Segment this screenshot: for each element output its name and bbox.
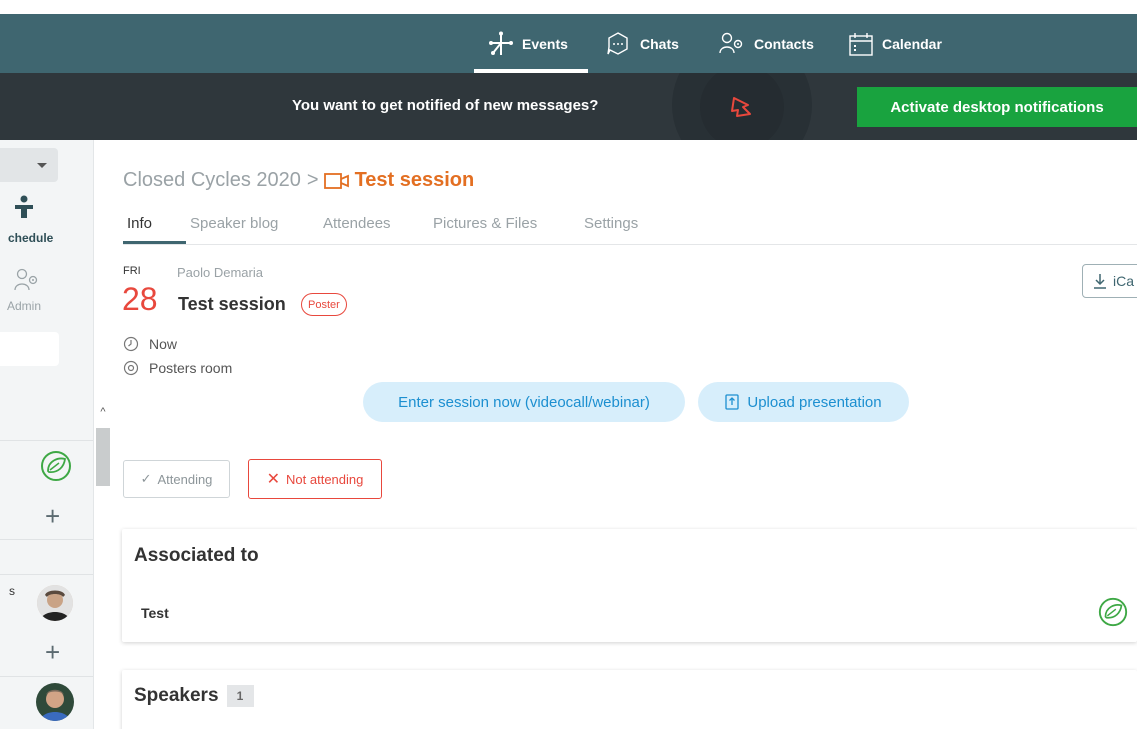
nav-tab-label: Calendar [882, 35, 942, 52]
sidebar-item-admin[interactable]: Admin [7, 299, 41, 313]
main-content: Closed Cycles 2020 > Test session Info S… [95, 140, 1137, 729]
avatar[interactable] [36, 683, 74, 721]
checkmark-icon: ✓ [140, 471, 152, 486]
session-time-row: Now [123, 336, 177, 352]
video-camera-icon [323, 172, 349, 189]
upload-label: Upload presentation [747, 393, 882, 411]
sidebar-divider [0, 676, 93, 677]
attending-button[interactable]: ✓ Attending [123, 460, 230, 498]
associated-card: Associated to Test [122, 529, 1137, 642]
top-navigation: Events Chats Contacts Calendar [0, 14, 1137, 73]
associated-item[interactable]: Test [141, 605, 169, 621]
leaf-logo-icon [1098, 597, 1128, 627]
close-icon: ✕ [266, 471, 281, 488]
speakers-count-badge: 1 [226, 685, 254, 707]
active-tab-indicator [123, 241, 186, 244]
ical-label: iCa [1113, 273, 1135, 289]
breadcrumb-root-link[interactable]: Closed Cycles 2020 [123, 169, 301, 192]
associated-title: Associated to [134, 545, 259, 566]
nav-tab-calendar[interactable]: Calendar [848, 14, 942, 73]
avatar[interactable] [37, 585, 73, 621]
breadcrumb-current: Test session [354, 169, 475, 191]
attending-label: Attending [157, 471, 213, 487]
session-time: Now [149, 336, 178, 352]
nav-tab-label: Contacts [754, 35, 814, 52]
upload-file-icon [725, 394, 740, 410]
tab-attendees[interactable]: Attendees [323, 215, 391, 232]
tab-settings[interactable]: Settings [584, 215, 638, 232]
tab-bar: Info Speaker blog Attendees Pictures & F… [123, 215, 1137, 245]
sidebar-item-schedule[interactable]: chedule [8, 231, 53, 245]
left-sidebar: chedule Admin + s + [0, 140, 94, 729]
not-attending-label: Not attending [286, 471, 364, 487]
ical-download-button[interactable]: iCa [1082, 264, 1137, 298]
enter-session-button[interactable]: Enter session now (videocall/webinar) [363, 382, 685, 422]
poster-badge: Poster [301, 293, 347, 316]
tab-info[interactable]: Info [127, 215, 152, 232]
sidebar-search-input[interactable] [0, 332, 59, 366]
sidebar-divider [0, 539, 93, 540]
nav-tab-contacts[interactable]: Contacts [718, 14, 814, 73]
session-day: FRI [123, 265, 141, 277]
add-icon[interactable]: + [45, 503, 60, 529]
session-date: 28 [122, 281, 158, 317]
nav-tab-label: Chats [640, 35, 679, 52]
speakers-card: Speakers 1 [122, 670, 1137, 729]
session-speaker[interactable]: Paolo Demaria [177, 265, 263, 280]
speakers-header: Speakers 1 [134, 685, 254, 707]
chevron-down-icon [37, 163, 47, 168]
events-icon [489, 31, 513, 55]
notification-message: You want to get notified of new messages… [292, 97, 599, 114]
location-icon [123, 360, 139, 376]
activate-notifications-button[interactable]: Activate desktop notifications [857, 87, 1137, 127]
bell-icon [731, 97, 751, 117]
sidebar-divider [0, 574, 93, 575]
speakers-title: Speakers [134, 685, 219, 707]
admin-icon [14, 268, 38, 291]
clock-icon [123, 336, 139, 352]
not-attending-button[interactable]: ✕ Not attending [248, 459, 382, 499]
tab-speaker-blog[interactable]: Speaker blog [190, 215, 278, 232]
leaf-logo-icon [41, 451, 71, 481]
session-room-row: Posters room [123, 360, 232, 376]
session-room: Posters room [149, 360, 233, 376]
sidebar-divider [0, 440, 93, 441]
breadcrumb-separator: > [306, 169, 319, 191]
nav-tab-chats[interactable]: Chats [604, 14, 679, 73]
nav-tab-events[interactable]: Events [474, 14, 588, 73]
upload-presentation-button[interactable]: Upload presentation [698, 382, 909, 422]
download-icon [1094, 274, 1106, 289]
add-icon[interactable]: + [45, 639, 60, 665]
chat-bubble-icon [607, 31, 628, 55]
session-title: Test session [178, 294, 286, 314]
calendar-icon [849, 32, 873, 56]
tab-pictures-files[interactable]: Pictures & Files [433, 215, 537, 232]
schedule-icon [15, 195, 33, 218]
nav-tab-label: Events [522, 35, 568, 52]
sidebar-dropdown[interactable] [0, 148, 58, 182]
contacts-icon [719, 32, 743, 53]
speaker-initial: s [9, 584, 15, 598]
breadcrumb: Closed Cycles 2020 > Test session [123, 169, 474, 192]
